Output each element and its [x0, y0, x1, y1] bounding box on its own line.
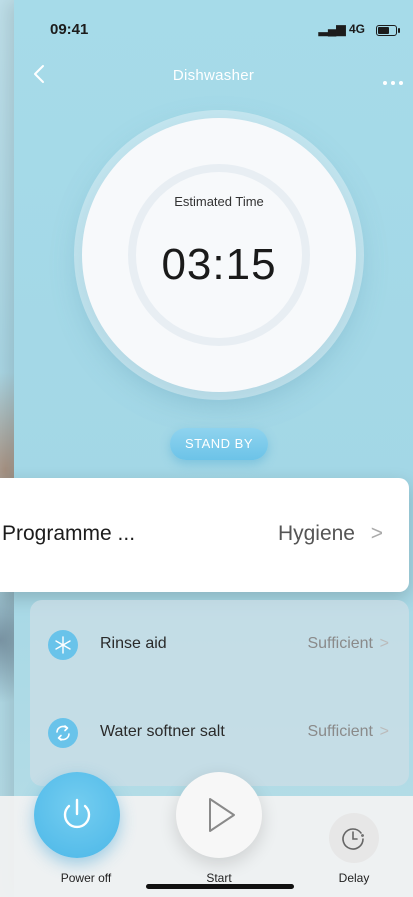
list-item-value: Sufficient	[307, 635, 373, 652]
status-badge: STAND BY	[170, 428, 268, 460]
delay-button[interactable]	[329, 813, 379, 863]
programme-label: Programme ...	[2, 522, 136, 545]
more-options-icon[interactable]	[383, 72, 413, 85]
start-button[interactable]	[176, 772, 262, 858]
battery-icon	[376, 25, 400, 36]
network-type: 4G	[348, 22, 365, 36]
recycle-icon	[48, 718, 78, 748]
estimated-time-value: 03:15	[161, 240, 277, 289]
page-title: Dishwasher	[172, 67, 255, 84]
consumables-card: Rinse aid Sufficient > Water softner sal…	[30, 600, 409, 786]
estimated-time-dial: Estimated Time 03:15	[82, 118, 356, 392]
list-item-label: Rinse aid	[100, 635, 167, 652]
chevron-right-icon: >	[379, 723, 389, 740]
list-item-value: Sufficient	[307, 723, 373, 740]
start-label: Start	[206, 871, 232, 885]
snowflake-icon	[48, 630, 78, 660]
list-item-label: Water softner salt	[100, 723, 225, 740]
power-off-label: Power off	[60, 871, 112, 885]
list-item-water-softener-salt[interactable]: Water softner salt Sufficient >	[30, 704, 409, 764]
home-indicator[interactable]	[146, 884, 294, 889]
power-icon	[63, 798, 91, 829]
clock-icon	[342, 828, 364, 850]
programme-value: Hygiene	[277, 522, 355, 545]
power-button[interactable]	[34, 772, 120, 858]
play-icon	[209, 798, 235, 832]
estimated-time-label: Estimated Time	[174, 194, 264, 209]
nav-bar: Dishwasher	[14, 54, 413, 94]
list-item-rinse-aid[interactable]: Rinse aid Sufficient >	[30, 616, 409, 676]
signal-icon: ▂▄▆	[318, 22, 346, 36]
delay-label: Delay	[338, 871, 370, 885]
status-time: 09:41	[50, 21, 89, 38]
network-signal: ▂▄▆ 4G	[319, 22, 365, 36]
chevron-right-icon: >	[370, 522, 383, 545]
programme-selector[interactable]: Programme ... Hygiene >	[0, 478, 409, 592]
status-bar: 09:41 ▂▄▆ 4G	[14, 0, 413, 54]
chevron-right-icon: >	[379, 635, 389, 652]
